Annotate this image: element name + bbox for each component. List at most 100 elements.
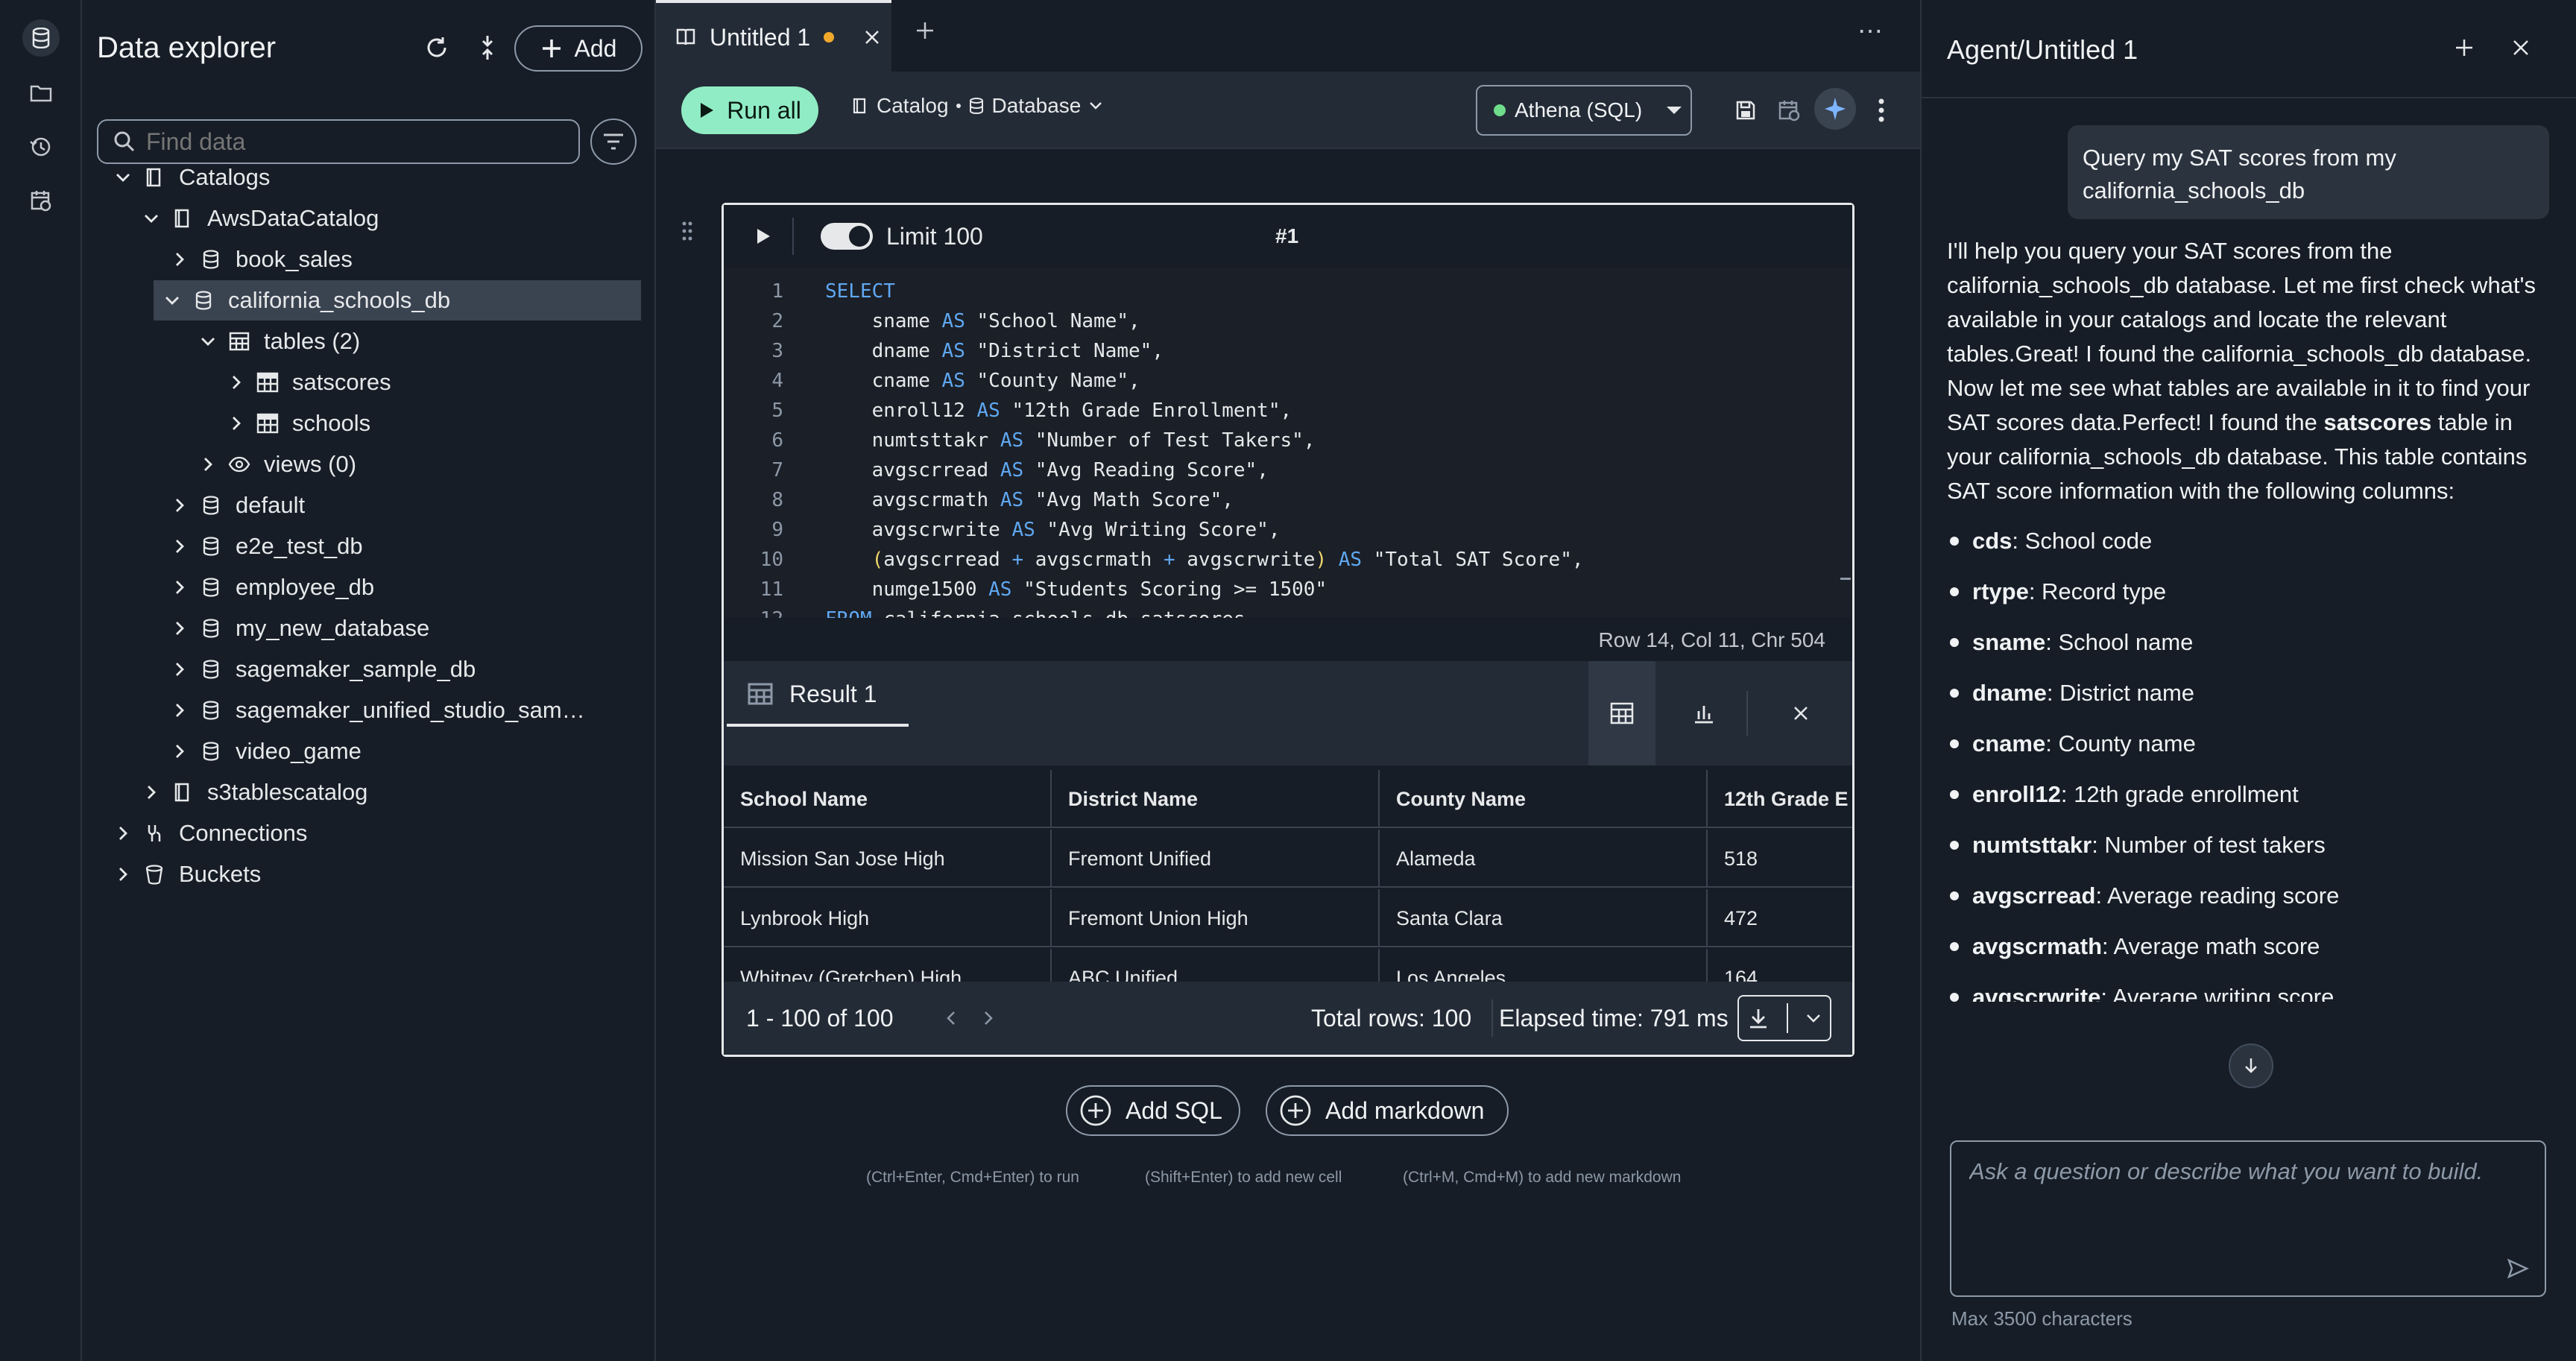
result-tab-1[interactable]: Result 1 bbox=[727, 664, 909, 727]
tree-item-tables-2[interactable]: tables (2) bbox=[83, 321, 643, 361]
chevron-right-icon[interactable] bbox=[170, 250, 189, 269]
tree-item-sagemaker-sample-db[interactable]: sagemaker_sample_db bbox=[83, 649, 643, 689]
sql-token: ) bbox=[1315, 549, 1328, 571]
sql-cell[interactable]: Limit 100 #1 1 SELECT 2 sname AS "School N… bbox=[722, 203, 1854, 1057]
send-button[interactable] bbox=[2501, 1252, 2534, 1285]
sql-keyword: AS bbox=[1000, 429, 1024, 452]
chevron-right-icon[interactable] bbox=[142, 783, 161, 802]
chevron-down-icon[interactable] bbox=[142, 209, 161, 228]
column-name: avgscrread bbox=[1972, 882, 2096, 909]
more-tabs-icon[interactable]: ⋯ bbox=[1857, 16, 1883, 46]
sql-token: cname bbox=[825, 370, 942, 392]
calendar-icon[interactable] bbox=[22, 182, 60, 219]
catalog-icon bbox=[171, 781, 194, 803]
tree-item-connections[interactable]: Connections bbox=[83, 813, 643, 853]
next-page-icon[interactable] bbox=[982, 1009, 994, 1027]
ai-assistant-icon[interactable] bbox=[1814, 88, 1856, 130]
sql-keyword: AS bbox=[988, 578, 1012, 601]
code-text: cname AS "County Name", bbox=[825, 370, 1140, 392]
database-icon bbox=[192, 289, 215, 312]
code-text: sname AS "School Name", bbox=[825, 310, 1140, 332]
agent-input[interactable] bbox=[1969, 1158, 2521, 1248]
chevron-right-icon[interactable] bbox=[113, 824, 133, 843]
save-icon[interactable] bbox=[1729, 94, 1762, 127]
engine-select[interactable]: Athena (SQL) bbox=[1476, 85, 1692, 136]
run-cell-icon[interactable] bbox=[755, 227, 771, 245]
sql-token: "Avg Math Score", bbox=[1023, 489, 1234, 511]
catalog-database-selector[interactable]: Catalog Database bbox=[851, 94, 1103, 118]
chevron-down-icon[interactable] bbox=[113, 168, 133, 187]
more-options-icon[interactable] bbox=[1865, 94, 1898, 127]
code-line: 9 avgscrwrite AS "Avg Writing Score", bbox=[724, 515, 1280, 545]
run-all-button[interactable]: Run all bbox=[681, 86, 818, 134]
column-name: sname bbox=[1972, 629, 2046, 655]
close-result-button[interactable] bbox=[1767, 661, 1834, 765]
database-icon[interactable] bbox=[22, 19, 60, 57]
tree-item-buckets[interactable]: Buckets bbox=[83, 854, 643, 894]
prev-page-icon[interactable] bbox=[945, 1009, 957, 1027]
column-header[interactable]: County Name bbox=[1380, 770, 1708, 828]
collapse-all-icon[interactable] bbox=[471, 31, 504, 64]
table-view-button[interactable] bbox=[1588, 661, 1655, 765]
close-tab-icon[interactable] bbox=[864, 29, 880, 45]
tree-item-my-new-database[interactable]: my_new_database bbox=[83, 608, 643, 648]
chevron-down-icon[interactable] bbox=[162, 291, 182, 310]
chevron-right-icon[interactable] bbox=[170, 496, 189, 515]
sql-editor[interactable]: 1 SELECT 2 sname AS "School Name", 3 dname … bbox=[724, 268, 1852, 618]
chevron-right-icon[interactable] bbox=[170, 619, 189, 638]
column-description: : Number of test takers bbox=[2092, 832, 2326, 858]
column-header[interactable]: School Name bbox=[724, 770, 1052, 828]
tree-item-s3tablescatalog[interactable]: s3tablescatalog bbox=[83, 772, 643, 812]
drag-handle-icon[interactable] bbox=[681, 221, 693, 245]
tree-item-awsdatacatalog[interactable]: AwsDataCatalog bbox=[83, 198, 643, 239]
chevron-right-icon[interactable] bbox=[227, 373, 246, 392]
chevron-right-icon[interactable] bbox=[170, 537, 189, 556]
chevron-right-icon[interactable] bbox=[113, 865, 133, 884]
chevron-down-icon[interactable] bbox=[198, 332, 218, 351]
tree-item-california-schools-db[interactable]: california_schools_db bbox=[154, 280, 641, 320]
tree-item-video-game[interactable]: video_game bbox=[83, 731, 643, 771]
tree-item-book-sales[interactable]: book_sales bbox=[83, 239, 643, 280]
refresh-icon[interactable] bbox=[420, 31, 453, 64]
chevron-right-icon[interactable] bbox=[170, 701, 189, 720]
database-icon bbox=[200, 248, 222, 271]
tree-item-satscores[interactable]: satscores bbox=[83, 362, 643, 402]
scroll-to-bottom-button[interactable] bbox=[2229, 1043, 2273, 1088]
chevron-right-icon[interactable] bbox=[227, 414, 246, 433]
tree-item-label: sagemaker_unified_studio_sam… bbox=[236, 697, 585, 723]
chart-view-button[interactable] bbox=[1670, 661, 1737, 765]
chevron-right-icon[interactable] bbox=[170, 742, 189, 761]
add-markdown-button[interactable]: Add markdown bbox=[1266, 1085, 1509, 1136]
schedule-icon[interactable] bbox=[1772, 94, 1805, 127]
table-row[interactable]: Lynbrook High Fremont Union High Santa Cla… bbox=[724, 889, 1852, 947]
download-icon bbox=[1750, 1009, 1767, 1029]
tree-item-sagemaker-unified-studio-sam[interactable]: sagemaker_unified_studio_sam… bbox=[83, 690, 643, 730]
tree-item-catalogs[interactable]: Catalogs bbox=[83, 157, 643, 198]
new-tab-icon[interactable] bbox=[914, 19, 936, 45]
tab-untitled-1[interactable]: Untitled 1 bbox=[656, 0, 891, 72]
tree-item-default[interactable]: default bbox=[83, 485, 643, 525]
download-button[interactable] bbox=[1737, 995, 1831, 1041]
search-input[interactable] bbox=[146, 127, 564, 156]
add-button[interactable]: Add bbox=[514, 25, 643, 72]
tree-item-employee-db[interactable]: employee_db bbox=[83, 567, 643, 607]
filter-icon bbox=[604, 133, 623, 150]
limit-toggle[interactable] bbox=[821, 223, 873, 250]
tree-item-schools[interactable]: schools bbox=[83, 403, 643, 443]
line-number: 3 bbox=[771, 340, 783, 362]
editor-scrollbar[interactable] bbox=[1840, 578, 1851, 580]
tree-item-e2e-test-db[interactable]: e2e_test_db bbox=[83, 526, 643, 566]
column-header[interactable]: 12th Grade E bbox=[1708, 770, 1852, 828]
tree-item-views-0[interactable]: views (0) bbox=[83, 444, 643, 484]
history-icon[interactable] bbox=[22, 128, 60, 165]
column-header[interactable]: District Name bbox=[1052, 770, 1380, 828]
table-row[interactable]: Mission San Jose High Fremont Unified Alam… bbox=[724, 830, 1852, 888]
add-sql-button[interactable]: Add SQL bbox=[1066, 1085, 1240, 1136]
chevron-right-icon[interactable] bbox=[170, 578, 189, 597]
line-number: 4 bbox=[771, 370, 783, 392]
folder-icon[interactable] bbox=[22, 75, 60, 112]
chevron-right-icon[interactable] bbox=[170, 660, 189, 679]
agent-input-box[interactable] bbox=[1950, 1140, 2546, 1297]
sql-token: avgscrwrite bbox=[825, 519, 1012, 541]
chevron-right-icon[interactable] bbox=[198, 455, 218, 474]
